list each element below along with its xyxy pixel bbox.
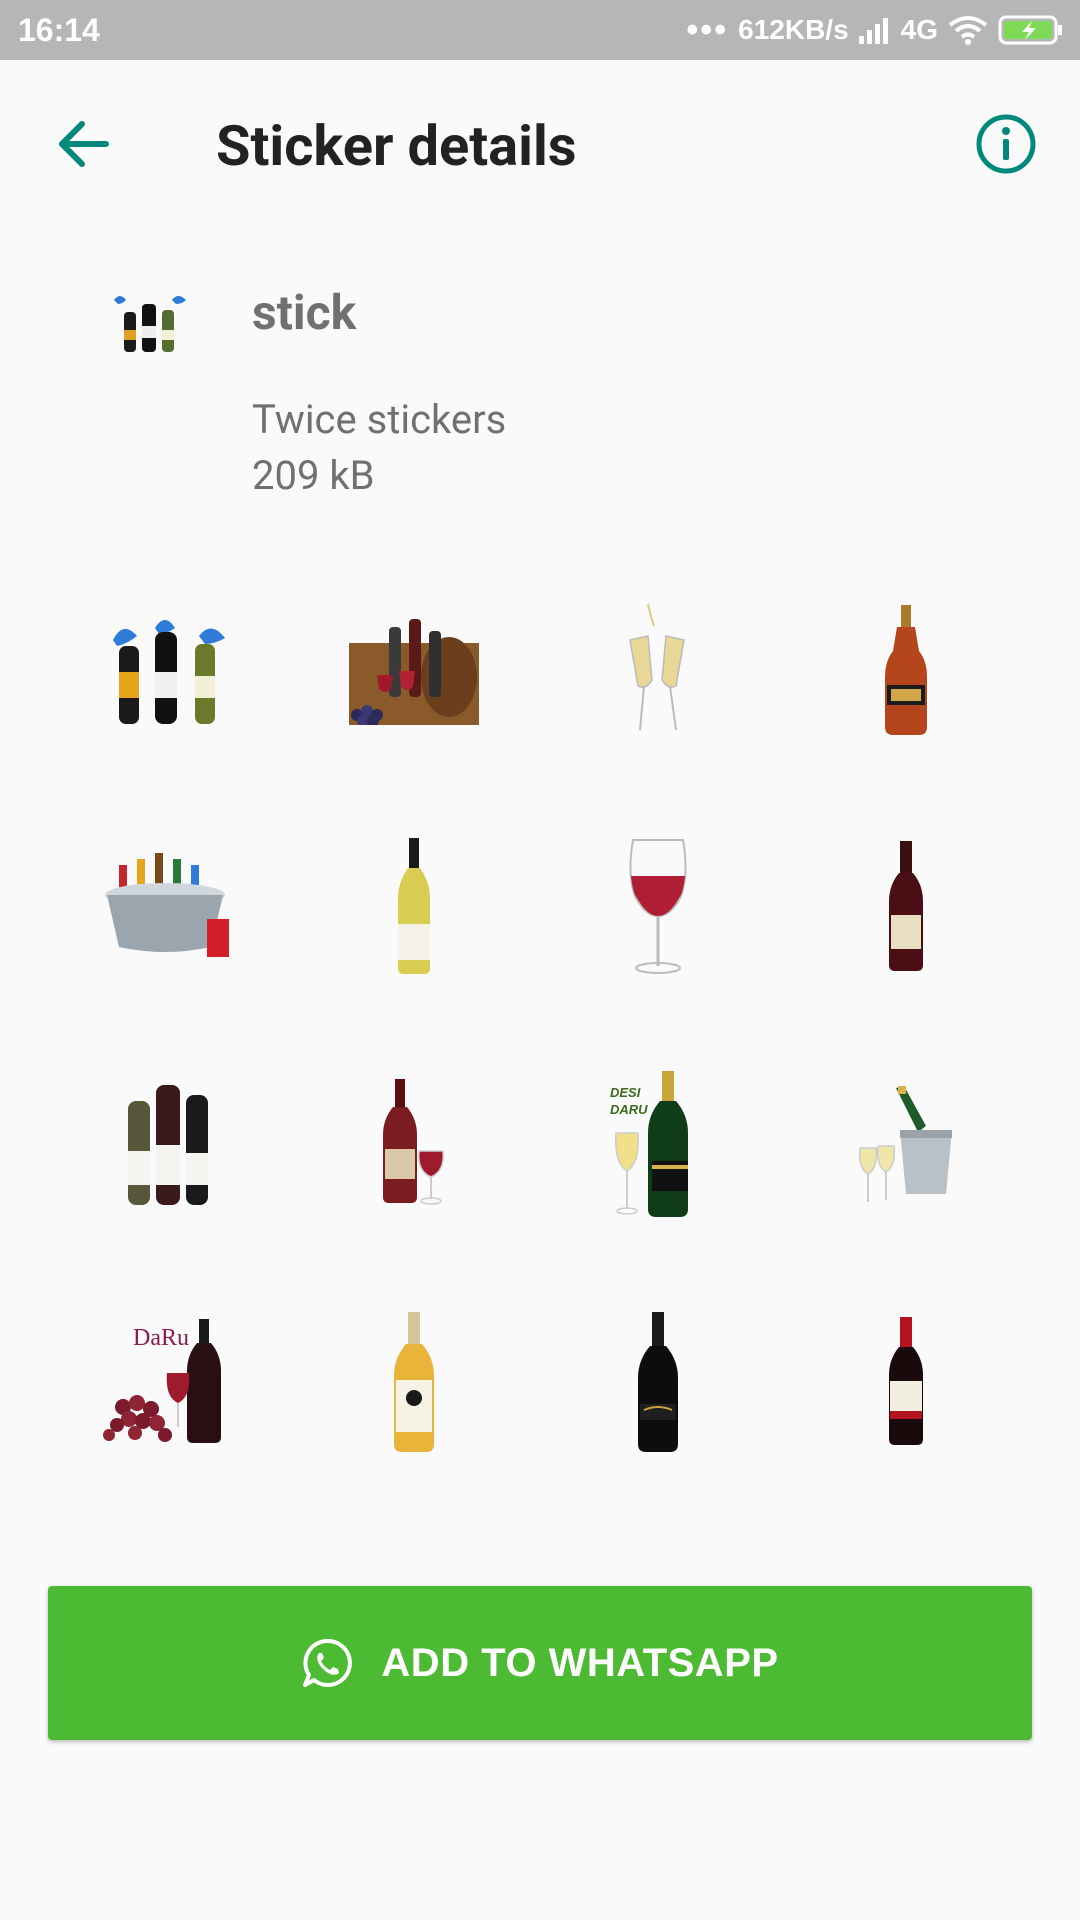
sticker-champagne-toast[interactable] [558, 570, 758, 770]
pack-name: stick [252, 284, 357, 341]
add-to-whatsapp-label: ADD TO WHATSAPP [381, 1640, 779, 1685]
info-icon [976, 114, 1036, 174]
status-time: 16:14 [18, 12, 100, 48]
pack-header: stick Twice stickers 209 kB [0, 260, 1080, 510]
back-button[interactable] [52, 112, 116, 176]
info-button[interactable] [974, 112, 1038, 176]
sticker-red-wine-bottle-and-glass[interactable] [314, 1044, 514, 1244]
sticker-desi-daru-champagne[interactable]: DESI DARU [558, 1044, 758, 1244]
sticker-text-daru: DARU [610, 1102, 648, 1117]
sticker-white-wine-bottle[interactable] [314, 806, 514, 1006]
battery-charging-icon [998, 15, 1062, 45]
arrow-back-icon [59, 121, 109, 167]
sticker-wine-barrel-with-grapes[interactable] [314, 570, 514, 770]
sticker-cognac-bottle[interactable] [806, 570, 1006, 770]
wifi-icon [948, 16, 988, 45]
sticker-red-wine-glass[interactable] [558, 806, 758, 1006]
whatsapp-icon [303, 1638, 353, 1687]
sticker-white-label-bottle[interactable] [314, 1282, 514, 1482]
pack-publisher: Twice stickers [252, 396, 507, 443]
status-bar: 16:14 ••• 612KB/s 4G [0, 0, 1080, 60]
sticker-wine-bottles-with-wings[interactable] [68, 570, 268, 770]
pack-tray-icon [114, 296, 186, 352]
sticker-daru-wine-with-grapes[interactable]: DaRu [68, 1282, 268, 1482]
sticker-champagne-ice-bucket[interactable] [806, 1044, 1006, 1244]
status-icons: ••• 612KB/s 4G [686, 8, 1064, 52]
pack-size: 209 kB [252, 452, 375, 499]
sticker-ice-bucket-with-drinks[interactable] [68, 806, 268, 1006]
network-type: 4G [900, 14, 938, 45]
signal-icon [858, 18, 888, 44]
sticker-red-label-wine-bottle[interactable] [806, 1282, 1006, 1482]
app-bar: Sticker details [0, 60, 1080, 228]
dots-icon: ••• [686, 10, 729, 49]
add-to-whatsapp-button[interactable]: ADD TO WHATSAPP [48, 1586, 1032, 1740]
sticker-red-wine-bottle[interactable] [806, 806, 1006, 1006]
sticker-dark-sparkling-bottle[interactable] [558, 1282, 758, 1482]
page-title: Sticker details [216, 113, 577, 179]
sticker-text-daru-logo: DaRu [133, 1325, 189, 1351]
sticker-text-desi: DESI [610, 1085, 641, 1100]
network-speed: 612KB/s [738, 14, 849, 45]
sticker-three-wine-bottles[interactable] [68, 1044, 268, 1244]
